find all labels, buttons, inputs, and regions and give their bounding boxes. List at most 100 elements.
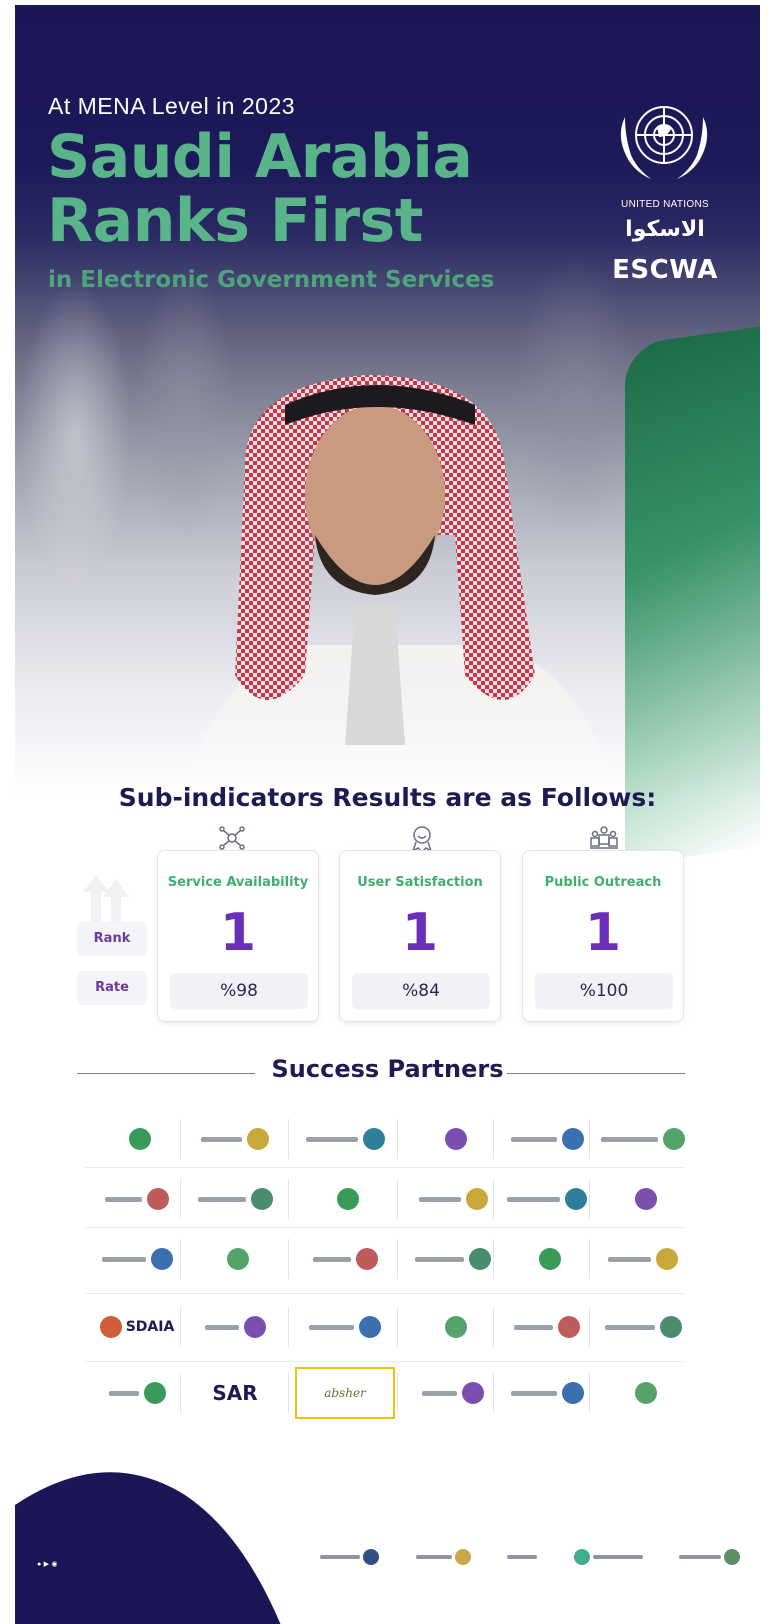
logo-wordmark xyxy=(604,1324,655,1330)
indicator-rank: 1 xyxy=(401,903,439,963)
indicator-title: User Satisfaction xyxy=(357,875,483,890)
logo-emblem-icon xyxy=(150,1248,173,1270)
footer-logo-3 xyxy=(507,1555,537,1559)
un-emblem-icon xyxy=(620,106,708,179)
logo-emblem-icon xyxy=(336,1188,359,1210)
logo-emblem-icon xyxy=(444,1128,467,1150)
indicator-card-user-satisfaction: User Satisfaction 1 %84 xyxy=(339,850,501,1022)
partner-logo xyxy=(593,1173,693,1225)
grid-separator xyxy=(589,1179,590,1219)
partner-logo xyxy=(497,1113,597,1165)
people-group-icon xyxy=(589,823,619,853)
indicator-card-public-outreach: Public Outreach 1 %100 xyxy=(522,850,684,1022)
footer-logo-1 xyxy=(320,1549,379,1565)
sdaia-mark-icon xyxy=(99,1316,122,1338)
logo-emblem-icon xyxy=(663,1128,685,1150)
grid-separator xyxy=(589,1373,590,1413)
sar-logo-text: SAR xyxy=(212,1381,258,1405)
partner-logo xyxy=(593,1367,693,1419)
grid-separator xyxy=(85,1293,685,1294)
partner-logo xyxy=(87,1173,187,1225)
logo-emblem-icon xyxy=(659,1316,682,1338)
partner-logo xyxy=(593,1301,693,1353)
logo-emblem-icon xyxy=(355,1248,378,1270)
partner-logo xyxy=(403,1173,503,1225)
rising-arrows-icon xyxy=(83,875,129,927)
logo-emblem-icon xyxy=(634,1382,657,1404)
grid-separator xyxy=(493,1239,494,1279)
logo-emblem-icon xyxy=(558,1316,580,1338)
logo-emblem-icon xyxy=(465,1188,488,1210)
logo-wordmark xyxy=(507,1196,560,1202)
partner-logo xyxy=(403,1367,503,1419)
footer-wave-shape xyxy=(15,1472,281,1624)
partner-logo xyxy=(497,1173,597,1225)
logo-emblem-icon xyxy=(561,1128,584,1150)
grid-separator xyxy=(180,1119,181,1159)
footer-logo-2 xyxy=(415,1549,471,1565)
partner-logo xyxy=(295,1233,395,1285)
logo-wordmark xyxy=(510,1390,557,1396)
partner-logo xyxy=(593,1233,693,1285)
logo-emblem-icon xyxy=(362,1128,385,1150)
partner-logo xyxy=(497,1301,597,1353)
grid-separator xyxy=(288,1373,289,1413)
indicator-rank: 1 xyxy=(584,903,622,963)
grid-separator xyxy=(397,1179,398,1219)
logo-wordmark xyxy=(305,1136,358,1142)
logo-emblem-icon xyxy=(656,1248,678,1270)
logo-emblem-icon xyxy=(250,1188,273,1210)
logo-emblem-icon xyxy=(634,1188,657,1210)
rank-row-label: Rank xyxy=(77,922,147,956)
footer-logo-5 xyxy=(679,1549,740,1565)
partner-logo xyxy=(185,1233,285,1285)
logo-emblem-icon xyxy=(469,1248,491,1270)
grid-separator xyxy=(180,1373,181,1413)
absher-logo-text: absher xyxy=(324,1386,366,1400)
grid-separator xyxy=(493,1373,494,1413)
logo-wordmark xyxy=(309,1324,354,1330)
network-nodes-icon xyxy=(217,823,247,853)
escwa-arabic-logo: الاسكوا xyxy=(625,217,705,242)
logo-emblem-icon xyxy=(538,1248,561,1270)
satisfaction-badge-icon xyxy=(407,823,437,854)
hero-subtitle: in Electronic Government Services xyxy=(48,267,495,293)
grid-separator xyxy=(589,1239,590,1279)
partner-logo xyxy=(593,1113,693,1165)
logo-wordmark xyxy=(197,1196,246,1202)
grid-separator xyxy=(397,1239,398,1279)
logo-emblem-icon xyxy=(444,1316,467,1338)
hero-title-line2: Ranks First xyxy=(47,186,423,256)
logo-emblem-icon xyxy=(147,1188,169,1210)
grid-separator xyxy=(288,1307,289,1347)
partner-logo xyxy=(295,1301,395,1353)
logo-emblem-icon xyxy=(359,1316,381,1338)
grid-separator xyxy=(397,1119,398,1159)
grid-separator xyxy=(589,1307,590,1347)
grid-separator xyxy=(180,1307,181,1347)
un-label: UNITED NATIONS xyxy=(621,199,709,210)
logo-wordmark xyxy=(601,1136,658,1142)
logo-emblem-icon xyxy=(143,1382,166,1404)
footer-partner-logos xyxy=(320,1537,740,1577)
partner-logo-sar: SAR xyxy=(185,1367,285,1419)
grid-separator xyxy=(288,1179,289,1219)
logo-wordmark xyxy=(105,1196,142,1202)
logo-emblem-icon xyxy=(243,1316,266,1338)
instagram-icon: ◉ xyxy=(51,1561,58,1568)
grid-separator xyxy=(180,1239,181,1279)
indicator-rate: %100 xyxy=(535,973,673,1009)
partners-heading: Success Partners xyxy=(271,1055,504,1083)
footer-logo-4 xyxy=(573,1549,643,1565)
grid-separator xyxy=(85,1227,685,1228)
escwa-logo: ESCWA xyxy=(612,255,718,285)
partner-logo xyxy=(497,1233,597,1285)
footer-social-handles: ● ▶ ◉ xyxy=(37,1560,58,1568)
indicator-title: Public Outreach xyxy=(544,875,662,890)
logo-wordmark xyxy=(418,1196,461,1202)
logo-emblem-icon xyxy=(226,1248,249,1270)
rate-row-label: Rate xyxy=(77,971,147,1005)
hero-title: Saudi Arabia Ranks First xyxy=(47,125,473,256)
hero-tagline: At MENA Level in 2023 xyxy=(48,93,296,119)
partner-logo xyxy=(403,1301,503,1353)
